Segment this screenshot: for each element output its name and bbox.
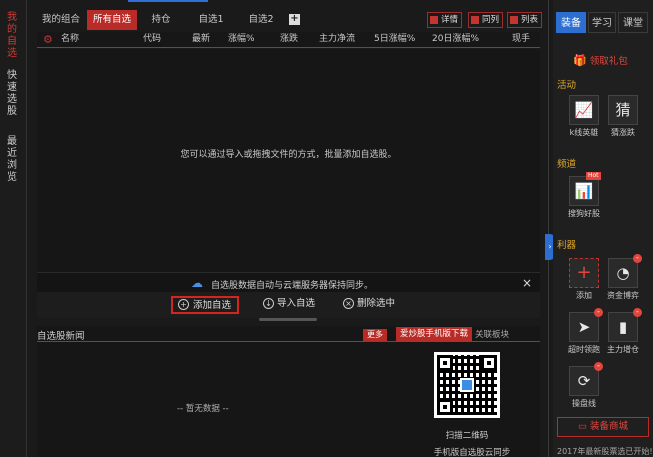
remove-badge-icon[interactable]: - (633, 308, 642, 317)
remove-badge-icon[interactable]: - (633, 254, 642, 263)
good-stock-label: 搜狗好股 (568, 209, 600, 218)
news-section: 自选股新闻 更多 爱炒股手机版下载 关联板块 -- 暂无数据 -- 扫描二维码 … (37, 326, 540, 457)
import-watchlist-button[interactable]: ↓ 导入自选 (263, 296, 315, 314)
add-watchlist-button[interactable]: + 添加自选 (171, 296, 240, 314)
news-header: 自选股新闻 更多 爱炒股手机版下载 关联板块 (37, 326, 540, 342)
empty-message: 您可以通过导入或拖拽文件的方式，批量添加自选股。 (180, 150, 397, 160)
details-icon (430, 16, 438, 24)
import-icon: ↓ (263, 298, 274, 309)
no-data-text: -- 暂无数据 -- (177, 404, 229, 414)
watchlist-grid[interactable]: 您可以通过导入或拖拽文件的方式，批量添加自选股。 (37, 49, 540, 272)
section-channel: 频道 (557, 159, 577, 170)
cloud-icon: ☁ (191, 276, 203, 290)
lead-run-icon[interactable]: ➤ (569, 312, 599, 342)
guess-label: 猜涨跌 (611, 128, 635, 137)
trade-line-icon[interactable]: ⟳ (569, 366, 599, 396)
remove-badge-icon[interactable]: - (594, 308, 603, 317)
nav-my-watchlist[interactable]: 我的自选 (4, 12, 20, 60)
qr-caption: 扫描二维码 (445, 431, 489, 441)
bottom-note: 2017年最新股票选已开始! (557, 447, 653, 456)
tab-holdings[interactable]: 持仓 (139, 10, 183, 30)
main-position-label: 主力增仓 (607, 345, 639, 354)
list-view-button[interactable]: 列表 (507, 12, 543, 28)
tab-equipment[interactable]: 装备 (556, 12, 586, 33)
fund-game-icon[interactable]: ◔ (608, 258, 638, 288)
nav-recent-browse[interactable]: 最近浏览 (4, 136, 20, 184)
col-header-latest[interactable]: 最新 (192, 32, 210, 47)
tab-learning[interactable]: 学习 (588, 12, 616, 33)
sync-notice-text: 自选股数据自动与云端服务器保持同步。 (211, 281, 374, 291)
hot-badge: Hot (586, 172, 601, 180)
right-panel: 装备 学习 课堂 🎁 领取礼包 活动 📈 k线英雄 猜 猜涨跌 频道 📊 Hot… (553, 0, 653, 457)
col-header-5d-change[interactable]: 5日涨幅% (374, 32, 415, 47)
tab-watchlist-1[interactable]: 自选1 (187, 10, 235, 30)
nav-quick-stock-pick[interactable]: 快速选股 (4, 70, 20, 118)
col-header-change-pct[interactable]: 涨幅% (228, 32, 255, 47)
col-header-20d-change[interactable]: 20日涨幅% (432, 32, 479, 47)
remove-badge-icon[interactable]: - (594, 362, 603, 371)
claim-gift-link[interactable]: 🎁 领取礼包 (573, 53, 628, 67)
left-nav: 我的自选 快速选股 最近浏览 (0, 0, 27, 457)
close-icon[interactable]: × (522, 276, 532, 290)
fund-game-label: 资金博弈 (607, 291, 639, 300)
col-header-current-hand[interactable]: 现手 (512, 32, 530, 47)
good-stock-icon[interactable]: 📊 (569, 176, 599, 206)
guess-icon[interactable]: 猜 (608, 95, 638, 125)
qr-code (434, 352, 500, 418)
gift-icon: 🎁 (573, 54, 587, 67)
tab-watchlist-2[interactable]: 自选2 (237, 10, 285, 30)
columns-view-button[interactable]: 同列 (468, 12, 504, 28)
list-icon (510, 16, 518, 24)
tab-my-portfolio[interactable]: 我的组合 (37, 10, 85, 30)
col-header-change[interactable]: 涨跌 (280, 32, 298, 47)
table-header: ⚙ 名称 代码 最新 涨幅% 涨跌 主力净流 5日涨幅% 20日涨幅% 现手 (37, 32, 540, 48)
col-header-main-flow[interactable]: 主力净流 (319, 32, 355, 47)
equipment-shop-button[interactable]: ▭ 装备商城 (557, 417, 649, 437)
trade-line-label: 操盘线 (572, 399, 596, 408)
plus-circle-icon: + (178, 299, 189, 310)
add-plus-icon[interactable]: + (569, 258, 599, 288)
section-tools: 利器 (557, 240, 577, 251)
delete-icon: × (343, 298, 354, 309)
qr-subcaption: 手机版自选股云同步 (433, 448, 511, 457)
add-tab-button[interactable]: + (289, 14, 300, 25)
kline-hero-icon[interactable]: 📈 (569, 95, 599, 125)
tab-all-watchlist[interactable]: 所有自选 (87, 10, 137, 30)
main-position-icon[interactable]: ▮ (608, 312, 638, 342)
more-news-button[interactable]: 更多 (363, 329, 387, 341)
delete-selected-button[interactable]: × 删除选中 (343, 296, 395, 314)
sync-notice-bar: ☁ 自选股数据自动与云端服务器保持同步。 × (37, 272, 540, 292)
details-view-button[interactable]: 详情 (427, 12, 463, 28)
tab-classroom[interactable]: 课堂 (618, 12, 648, 33)
col-header-name[interactable]: 名称 (61, 32, 79, 47)
col-header-code[interactable]: 代码 (143, 32, 161, 47)
tab-related-sectors[interactable]: 关联板块 (475, 328, 509, 340)
tab-mobile-download[interactable]: 爱炒股手机版下载 (396, 327, 473, 342)
settings-gear-icon[interactable]: ⚙ (43, 34, 54, 45)
panel-divider (548, 0, 549, 457)
news-title: 自选股新闻 (37, 331, 85, 342)
columns-icon (471, 16, 479, 24)
app-logo-icon (460, 378, 474, 392)
action-bar: + 添加自选 ↓ 导入自选 × 删除选中 (37, 292, 540, 318)
horizontal-scrollbar[interactable] (259, 318, 317, 321)
top-accent-bar (128, 0, 208, 2)
section-activity: 活动 (557, 80, 577, 91)
